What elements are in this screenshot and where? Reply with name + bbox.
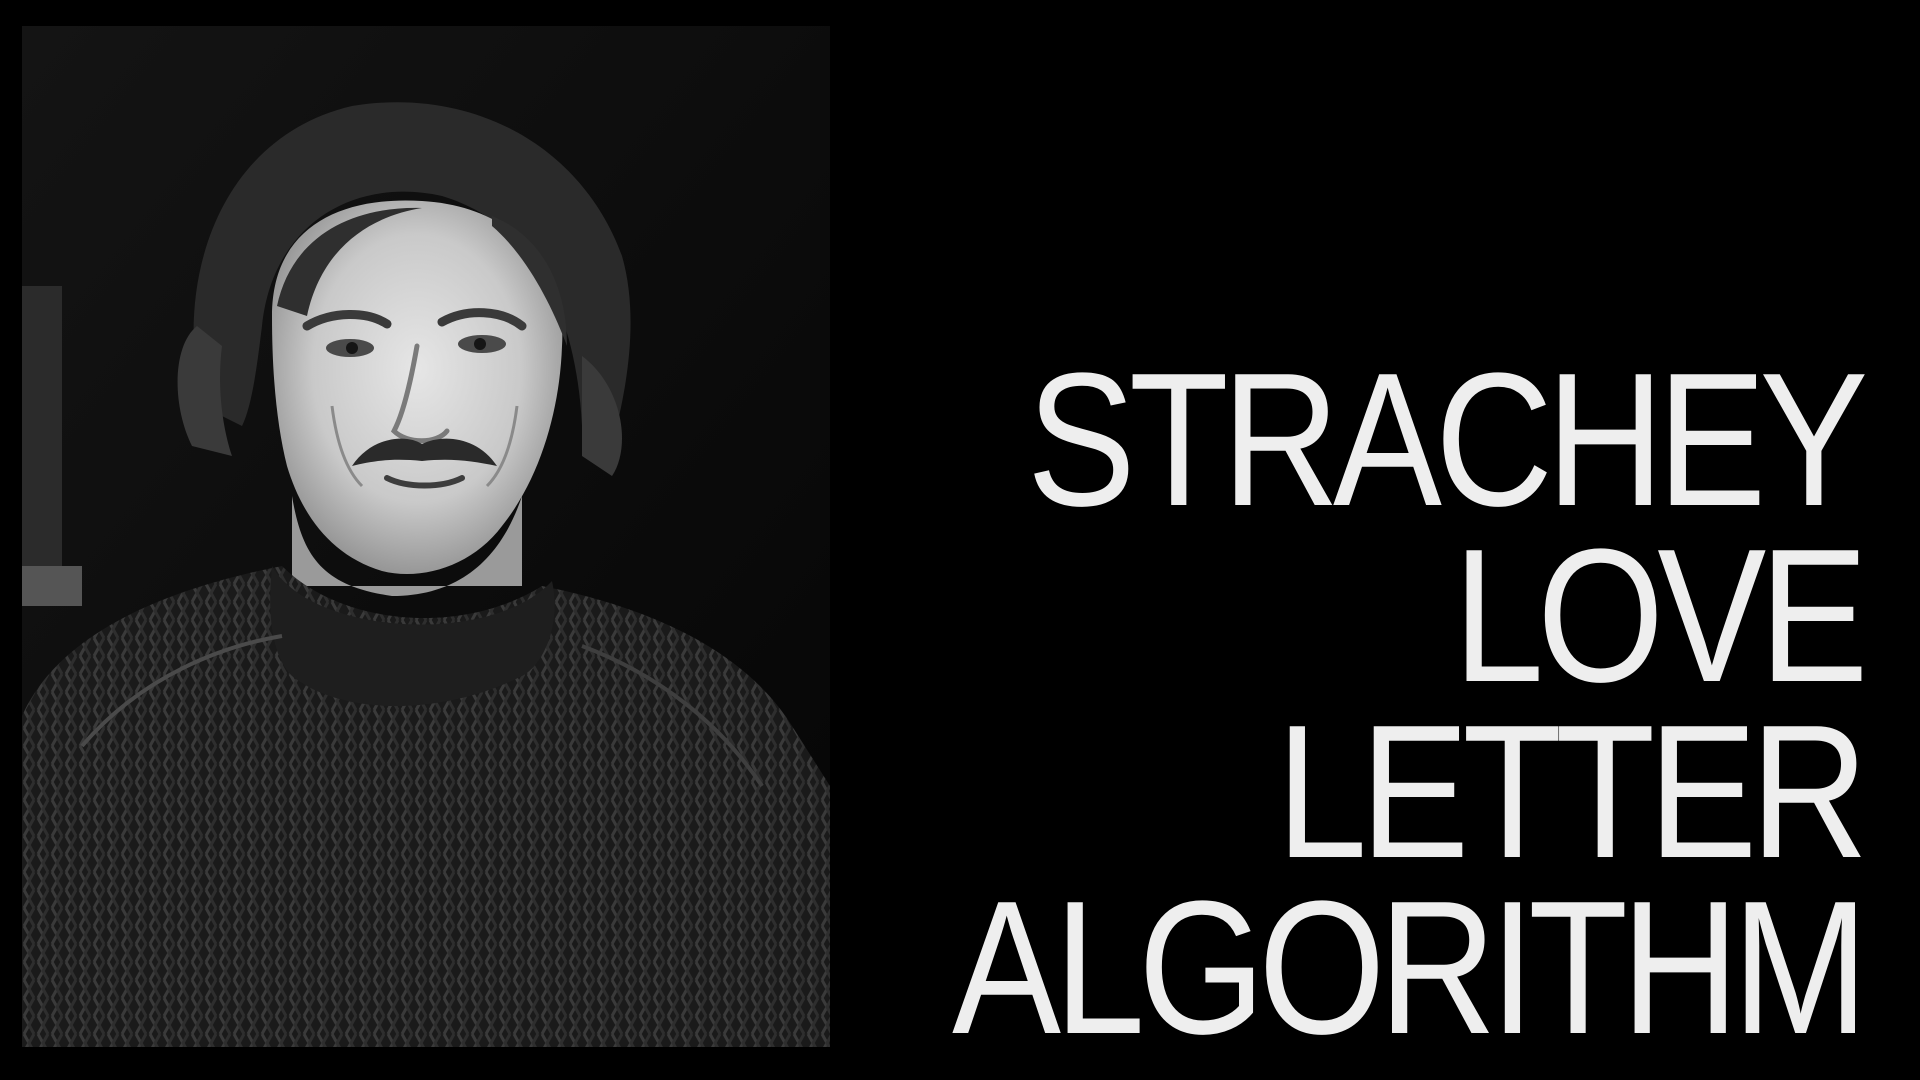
slide: STRACHEY LOVE LETTER ALGORITHM (0, 0, 1920, 1080)
title-line-2: LOVE (1453, 510, 1869, 722)
title-line-4: ALGORITHM (952, 862, 1869, 1074)
title: STRACHEY LOVE LETTER ALGORITHM (952, 334, 1869, 1074)
title-line-1: STRACHEY (1027, 334, 1869, 546)
title-line-3: LETTER (1276, 686, 1869, 898)
portrait-illustration (22, 26, 830, 1047)
portrait-photo (22, 26, 830, 1047)
